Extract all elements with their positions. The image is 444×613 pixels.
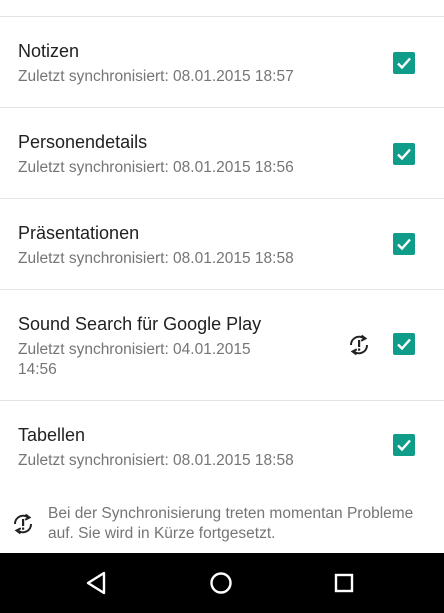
sync-item-title: Personendetails: [18, 132, 148, 152]
navigation-bar: [0, 553, 444, 613]
check-icon: [397, 338, 411, 351]
sync-item-status: Zuletzt synchronisiert: 08.01.2015 18:58: [18, 452, 294, 469]
sync-item-status: Zuletzt synchronisiert: 04.01.2015 14:56: [18, 341, 251, 378]
sync-checkbox[interactable]: [393, 434, 415, 456]
back-icon[interactable]: [81, 567, 113, 599]
sync-problem-icon: [346, 333, 372, 357]
sync-checkbox[interactable]: [393, 333, 415, 355]
sync-item-status: Zuletzt synchronisiert: 08.01.2015 18:57: [18, 68, 294, 85]
sync-problem-notice: Bei der Synchronisierung treten momentan…: [0, 500, 444, 552]
sync-item-title: Notizen: [18, 41, 80, 61]
sync-item-praesentationen[interactable]: Präsentationen Zuletzt synchronisiert: 0…: [0, 199, 444, 289]
recents-icon[interactable]: [328, 567, 360, 599]
sync-item-sound-search[interactable]: Sound Search für Google Play Zuletzt syn…: [0, 290, 444, 400]
sync-problem-text: Bei der Synchronisierung treten momentan…: [48, 505, 414, 542]
sync-item-personendetails[interactable]: Personendetails Zuletzt synchronisiert: …: [0, 108, 444, 198]
check-icon: [397, 439, 411, 452]
sync-item-status: Zuletzt synchronisiert: 08.01.2015 18:56: [18, 159, 294, 176]
sync-item-title: Tabellen: [18, 425, 86, 445]
sync-item-tabellen[interactable]: Tabellen Zuletzt synchronisiert: 08.01.2…: [0, 401, 444, 491]
sync-checkbox[interactable]: [393, 233, 415, 255]
check-icon: [397, 238, 411, 251]
sync-checkbox[interactable]: [393, 143, 415, 165]
check-icon: [397, 148, 411, 161]
sync-problem-icon: [10, 512, 36, 536]
sync-item-status: Zuletzt synchronisiert: 08.01.2015 18:58: [18, 250, 294, 267]
check-icon: [397, 57, 411, 70]
sync-item-notizen[interactable]: Notizen Zuletzt synchronisiert: 08.01.20…: [0, 17, 444, 107]
sync-item-title: Präsentationen: [18, 223, 140, 243]
sync-item-title: Sound Search für Google Play: [18, 314, 262, 334]
home-icon[interactable]: [205, 567, 237, 599]
sync-checkbox[interactable]: [393, 52, 415, 74]
